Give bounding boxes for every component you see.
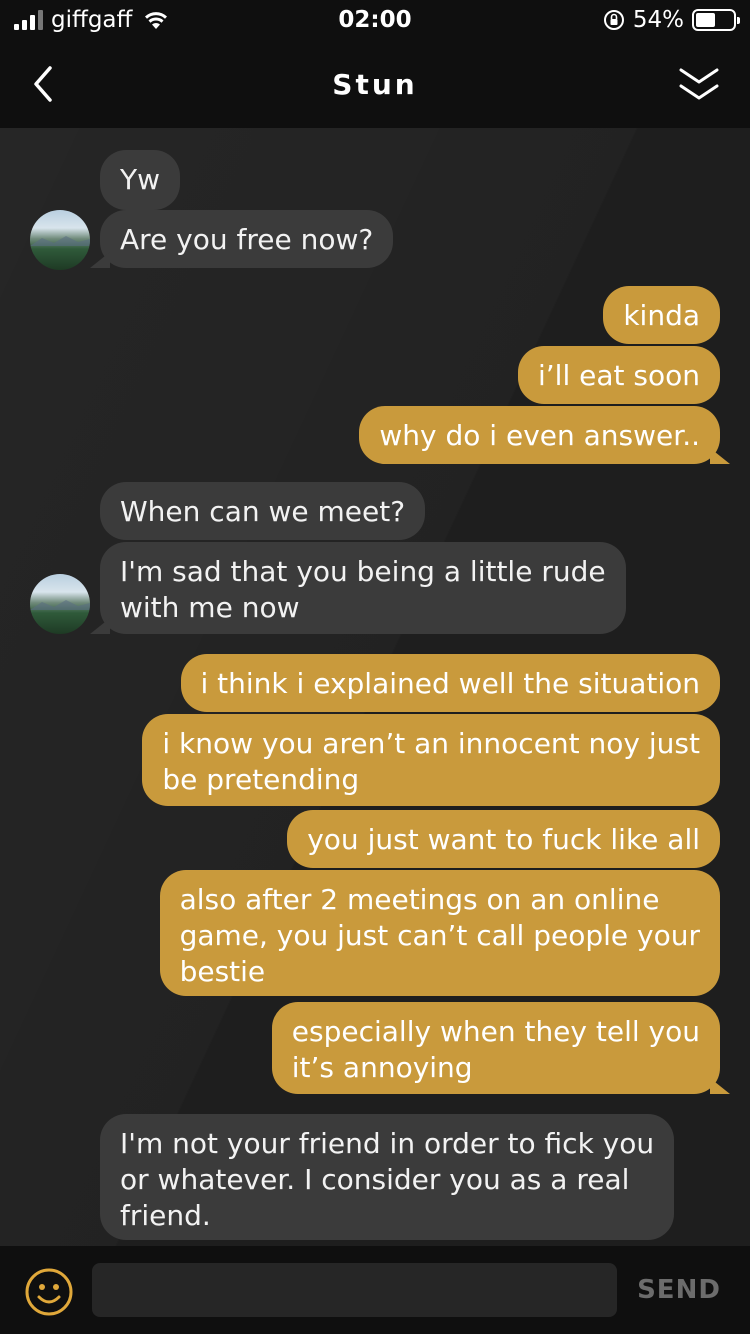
message-input[interactable] <box>92 1263 617 1317</box>
status-right: 54% <box>603 7 740 33</box>
message-bubble-incoming[interactable]: Are you free now? <box>100 210 394 268</box>
message-bubble-outgoing[interactable]: i know you aren’t an innocent noy just b… <box>142 714 720 806</box>
smiley-icon[interactable] <box>24 1267 74 1317</box>
status-bar: giffgaff 02:00 54% <box>0 0 750 44</box>
orientation-lock-icon <box>603 10 624 30</box>
message-bubble-outgoing[interactable]: kinda <box>603 286 720 344</box>
double-chevron-down-icon[interactable] <box>678 66 720 104</box>
battery-percent: 54% <box>632 7 684 33</box>
contact-avatar[interactable] <box>30 574 90 634</box>
message-bubble-incoming[interactable]: I'm not your friend in order to fick you… <box>100 1114 675 1240</box>
chat-title: Stun <box>332 68 418 101</box>
message-bubble-outgoing[interactable]: especially when they tell you it’s annoy… <box>271 1002 720 1094</box>
battery-fill <box>696 13 715 27</box>
message-bubble-incoming[interactable]: Yw <box>100 150 181 210</box>
message-bubble-incoming[interactable]: I'm sad that you being a little rude wit… <box>100 542 626 634</box>
contact-avatar[interactable] <box>30 210 90 270</box>
message-bubble-outgoing[interactable]: also after 2 meetings on an online game,… <box>159 870 720 996</box>
message-bubble-outgoing[interactable]: you just want to fuck like all <box>287 810 720 868</box>
battery-icon <box>692 9 740 31</box>
message-list[interactable]: Yw Are you free now? kinda i’ll eat soon… <box>0 128 750 1246</box>
send-button[interactable]: SEND <box>636 1272 722 1308</box>
chat-header: Stun <box>0 44 750 128</box>
message-bubble-incoming[interactable]: When can we meet? <box>100 482 426 540</box>
message-bubble-outgoing[interactable]: i’ll eat soon <box>518 346 720 404</box>
message-bubble-outgoing[interactable]: why do i even answer.. <box>359 406 720 464</box>
message-bubble-outgoing[interactable]: i think i explained well the situation <box>180 654 720 712</box>
message-composer: SEND <box>0 1246 750 1334</box>
